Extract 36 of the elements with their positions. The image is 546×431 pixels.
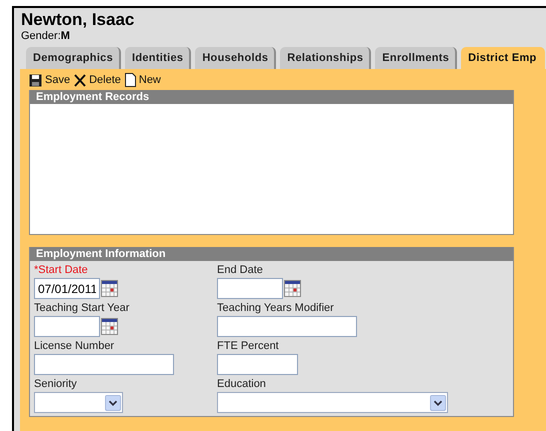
field-label: Seniority <box>34 378 77 391</box>
field-label: Teaching Start Year <box>34 302 130 315</box>
field-label: License Number <box>34 340 114 353</box>
field-label: *Start Date <box>34 264 88 277</box>
tab[interactable]: Identities <box>125 47 192 69</box>
tab[interactable]: Households <box>195 47 276 69</box>
close-icon <box>74 74 86 86</box>
new-button[interactable]: New <box>124 73 161 87</box>
gender-value: M <box>60 30 70 42</box>
tab[interactable]: Enrollments <box>375 47 458 69</box>
text-field[interactable] <box>217 316 357 337</box>
save-button[interactable]: Save <box>29 73 70 87</box>
field-label: FTE Percent <box>217 340 279 353</box>
dropdown[interactable] <box>217 392 448 413</box>
chevron-down-icon <box>105 394 121 410</box>
document-icon <box>124 73 136 87</box>
field-label: Education <box>217 378 266 391</box>
date-field[interactable] <box>217 278 283 299</box>
field-label: End Date <box>217 264 263 277</box>
tab[interactable]: Relationships <box>280 47 372 69</box>
tab[interactable]: District Emp <box>461 47 545 69</box>
delete-button[interactable]: Delete <box>74 73 121 87</box>
text-field[interactable] <box>34 354 174 375</box>
chevron-down-icon <box>430 394 446 410</box>
dropdown[interactable] <box>34 392 123 413</box>
text-field[interactable] <box>217 354 298 375</box>
tab[interactable]: Demographics <box>26 47 122 69</box>
date-field[interactable] <box>34 316 100 337</box>
person-name: Newton, Isaac <box>21 10 134 30</box>
panel-header: Employment Records <box>30 90 513 104</box>
calendar-icon[interactable] <box>284 280 301 297</box>
gender-label: Gender: <box>21 30 61 43</box>
field-label: Teaching Years Modifier <box>217 302 334 315</box>
calendar-icon[interactable] <box>101 318 118 335</box>
panel-header: Employment Information <box>30 247 513 261</box>
calendar-icon[interactable] <box>101 280 118 297</box>
